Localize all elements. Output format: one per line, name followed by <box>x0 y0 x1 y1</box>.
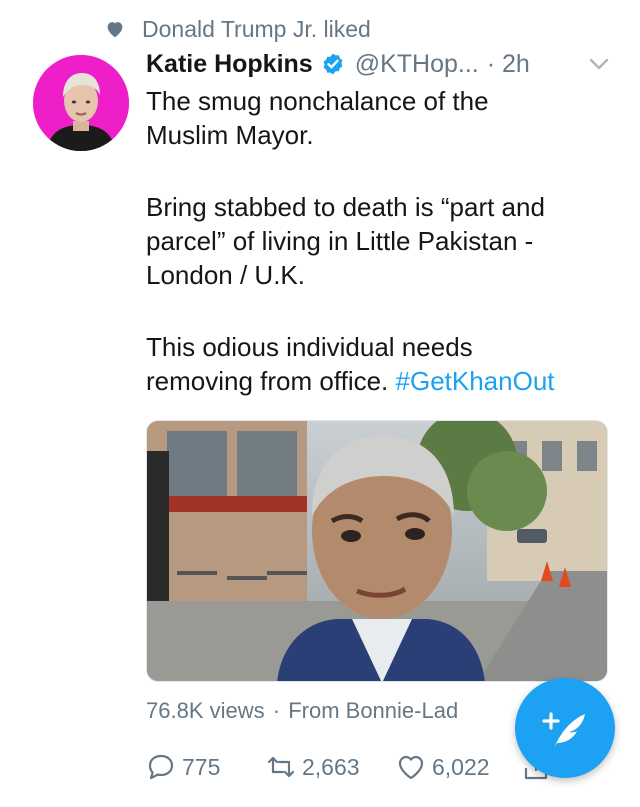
reply-icon <box>148 754 174 780</box>
tweet-line-with-hashtag: removing from office. #GetKhanOut <box>146 364 616 398</box>
tweet-actions: 775 2,663 6,022 <box>146 750 566 784</box>
video-source-link[interactable]: From Bonnie-Lad <box>288 698 458 723</box>
author-handle[interactable]: @KTHop... <box>355 50 479 79</box>
liked-by-text: Donald Trump Jr. liked <box>142 15 371 42</box>
tweet-line: removing from office. <box>146 366 396 396</box>
tweet-line: This odious individual needs <box>146 332 473 362</box>
avatar-image <box>33 55 129 151</box>
tweet-header: Katie Hopkins @KTHop... · 2h <box>146 46 626 82</box>
reply-count: 775 <box>182 753 221 780</box>
retweet-icon <box>267 756 295 778</box>
avatar[interactable] <box>33 55 129 151</box>
video-meta: 76.8K views · From Bonnie-Lad <box>146 698 458 724</box>
heart-icon <box>107 22 123 38</box>
video-thumbnail[interactable] <box>146 420 608 682</box>
compose-tweet-button[interactable] <box>515 678 615 778</box>
author-name[interactable]: Katie Hopkins <box>146 50 313 79</box>
hashtag-link[interactable]: #GetKhanOut <box>396 366 555 396</box>
like-count: 6,022 <box>432 753 490 780</box>
reply-button[interactable]: 775 <box>146 752 266 782</box>
tweet-line: parcel” of living in Little Pakistan - <box>146 226 534 256</box>
like-heart-icon <box>398 755 424 780</box>
meta-separator: · <box>272 698 281 723</box>
tweet-line: Bring stabbed to death is “part and <box>146 192 545 222</box>
tweet-line: Muslim Mayor. <box>146 120 314 150</box>
video-frame-image <box>147 421 607 681</box>
retweet-count: 2,663 <box>302 753 360 780</box>
tweet-line: The smug nonchalance of the <box>146 86 489 116</box>
chevron-down-icon[interactable] <box>588 56 610 72</box>
view-count: 76.8K views <box>146 698 265 723</box>
tweet-timestamp[interactable]: · 2h <box>487 50 530 79</box>
compose-quill-icon <box>542 712 585 748</box>
liked-by-row[interactable]: Donald Trump Jr. liked <box>104 14 371 44</box>
retweet-button[interactable]: 2,663 <box>266 752 396 782</box>
tweet-line: London / U.K. <box>146 260 305 290</box>
verified-badge-icon <box>323 53 343 75</box>
tweet-text: The smug nonchalance of the Muslim Mayor… <box>146 84 616 398</box>
like-button[interactable]: 6,022 <box>396 752 521 782</box>
